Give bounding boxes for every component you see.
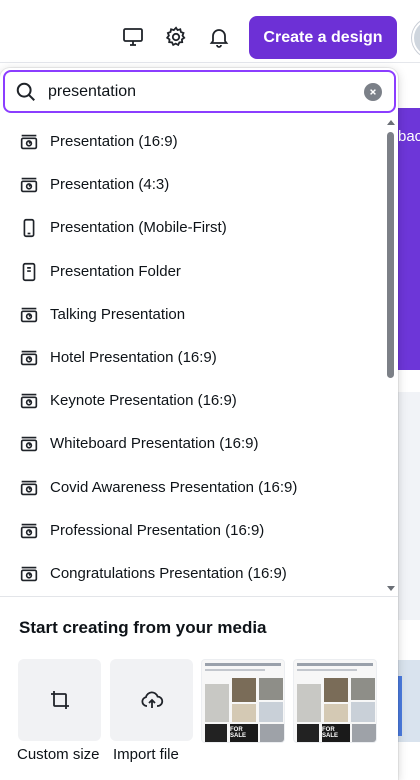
presentation-icon <box>18 520 40 542</box>
search-result-label: Whiteboard Presentation (16:9) <box>50 435 259 453</box>
results-list: Presentation (16:9) Presentation (4:3) Pre… <box>0 120 398 596</box>
search-result-item[interactable]: Professional Presentation (16:9) <box>0 509 384 552</box>
scroll-up-arrow[interactable] <box>387 120 395 125</box>
results-scrollbar[interactable] <box>384 120 398 596</box>
thumbnail-1-text: FOR SALE <box>230 724 258 742</box>
avatar[interactable] <box>412 18 420 58</box>
background-banner <box>398 108 420 370</box>
presentation-icon <box>18 433 40 455</box>
scroll-thumb[interactable] <box>387 132 394 378</box>
search-result-item[interactable]: Covid Awareness Presentation (16:9) <box>0 466 384 509</box>
presentation-icon <box>18 174 40 196</box>
search-result-label: Presentation (4:3) <box>50 176 170 194</box>
presentation-icon <box>18 304 40 326</box>
cloud-upload-icon <box>140 691 163 708</box>
background-banner-text: bac <box>398 128 420 145</box>
header-divider <box>0 62 420 63</box>
media-thumbnail-2[interactable]: FOR SALE <box>293 659 377 743</box>
search-result-item[interactable]: Congratulations Presentation (16:9) <box>0 552 384 595</box>
search-result-label: Hotel Presentation (16:9) <box>50 349 217 366</box>
clear-search-icon[interactable] <box>364 83 382 101</box>
presentation-icon <box>18 347 40 369</box>
create-design-button[interactable]: Create a design <box>249 16 397 59</box>
search-result-label: Professional Presentation (16:9) <box>50 521 265 539</box>
search-result-item[interactable]: Whiteboard Presentation (16:9) <box>0 422 384 465</box>
search-result-label: Keynote Presentation (16:9) <box>50 392 237 410</box>
media-section-title: Start creating from your media <box>19 618 267 637</box>
scroll-down-arrow[interactable] <box>387 586 395 591</box>
search-result-item[interactable]: Presentation Folder <box>0 250 384 293</box>
search-result-label: Talking Presentation <box>50 305 186 323</box>
background-card <box>398 392 420 620</box>
section-divider <box>0 596 398 597</box>
search-result-label: Presentation (Mobile-First) <box>50 219 227 237</box>
document-icon <box>18 261 40 283</box>
search-result-item[interactable]: Talking Presentation <box>0 293 384 336</box>
search-dropdown: presentation Presentation (16:9) Presenta… <box>0 68 398 780</box>
search-icon <box>16 82 35 101</box>
search-result-label: Congratulations Presentation (16:9) <box>50 565 287 582</box>
search-result-label: Presentation (16:9) <box>50 133 178 150</box>
presentation-icon <box>18 563 40 585</box>
search-result-item[interactable]: Presentation (Mobile-First) <box>0 206 384 249</box>
resize-icon <box>50 691 69 709</box>
presentation-icon <box>18 131 40 153</box>
desktop-icon[interactable] <box>120 24 146 50</box>
presentation-icon <box>18 477 40 499</box>
search-box[interactable]: presentation <box>3 70 396 113</box>
search-input[interactable]: presentation <box>48 83 136 101</box>
top-bar: Create a design <box>0 0 420 62</box>
gear-icon[interactable] <box>163 24 189 50</box>
media-thumbnail-1[interactable]: FOR SALE <box>201 659 285 743</box>
thumbnail-2-text: FOR SALE <box>322 724 350 742</box>
bell-icon[interactable] <box>206 24 232 50</box>
search-result-label: Presentation Folder <box>50 262 181 280</box>
import-file-tile[interactable] <box>110 659 193 741</box>
custom-size-label: Custom size <box>17 746 100 763</box>
search-result-item[interactable]: Presentation (4:3) <box>0 163 384 206</box>
import-file-label: Import file <box>113 746 179 763</box>
phone-icon <box>18 217 40 239</box>
search-result-item[interactable]: Hotel Presentation (16:9) <box>0 336 384 379</box>
presentation-icon <box>18 390 40 412</box>
search-result-item[interactable]: Presentation (16:9) <box>0 120 384 163</box>
search-result-label: Covid Awareness Presentation (16:9) <box>50 478 298 496</box>
custom-size-tile[interactable] <box>18 659 101 741</box>
page: bac Create a design presentation Present… <box>0 0 420 780</box>
search-result-item[interactable]: Keynote Presentation (16:9) <box>0 379 384 422</box>
